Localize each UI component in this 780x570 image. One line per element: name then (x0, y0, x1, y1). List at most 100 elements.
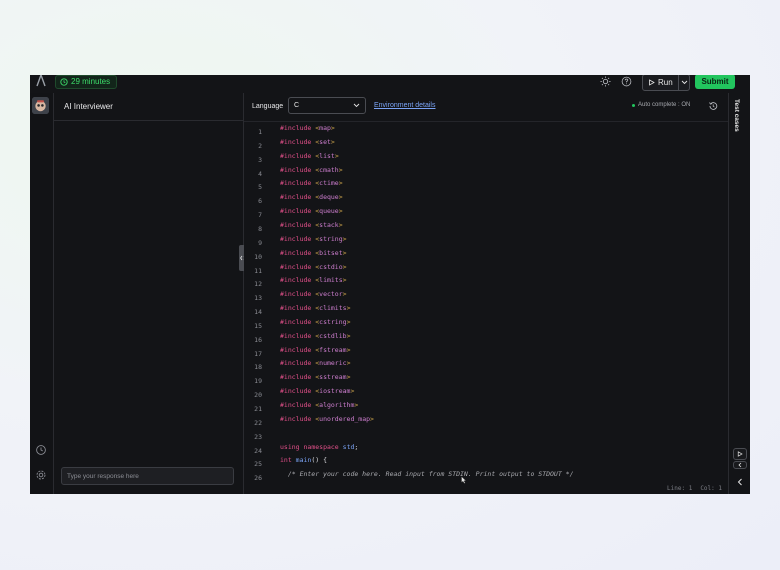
chevron-left-icon[interactable] (736, 478, 744, 486)
history-icon[interactable] (35, 444, 47, 456)
line-number: 17 (254, 349, 262, 358)
angle-bracket: > (330, 137, 335, 146)
header-name: fstream (319, 345, 347, 354)
run-button[interactable]: Run (643, 75, 679, 90)
run-button-group: Run (642, 75, 690, 91)
include-keyword: #include (280, 387, 312, 396)
include-keyword: #include (280, 151, 312, 160)
theme-sun-icon[interactable] (600, 76, 611, 87)
main-signature-line: int main() { (280, 456, 327, 464)
line-number: 3 (258, 155, 262, 164)
include-line: #include <string> (280, 235, 347, 243)
test-cases-tab[interactable]: Test cases (733, 99, 740, 132)
angle-bracket: > (346, 304, 351, 313)
keyword: using (280, 442, 300, 451)
run-options-button[interactable] (679, 80, 689, 85)
punctuation: () { (311, 456, 327, 465)
autocomplete-status[interactable]: Auto complete : ON (632, 102, 690, 108)
angle-bracket: > (334, 151, 339, 160)
include-line: #include <ctime> (280, 179, 343, 187)
comment-line: /* Enter your code here. Read input from… (280, 470, 574, 478)
angle-bracket: > (350, 387, 355, 396)
reset-history-icon[interactable] (708, 101, 718, 111)
include-line: #include <unordered_map> (280, 415, 374, 423)
header-name: cstdlib (319, 331, 347, 340)
header-name: vector (319, 290, 343, 299)
status-col: Col: 1 (700, 485, 722, 492)
namespace-name: std (342, 442, 355, 451)
angle-bracket: > (346, 345, 351, 354)
angle-bracket: > (338, 220, 343, 229)
mouse-cursor-icon (461, 476, 467, 484)
include-keyword: #include (280, 262, 312, 271)
language-select[interactable]: C (288, 97, 366, 114)
interviewer-avatar[interactable] (32, 97, 49, 114)
angle-bracket: > (342, 276, 347, 285)
timer-badge: 29 minutes (55, 75, 118, 89)
header-name: sstream (319, 373, 347, 382)
include-line: #include <climits> (280, 304, 350, 312)
line-number: 24 (254, 446, 262, 455)
language-value: C (294, 102, 300, 109)
play-icon (649, 79, 655, 86)
include-line: #include <vector> (280, 290, 347, 298)
chevron-down-icon (353, 103, 360, 108)
line-number: 2 (258, 141, 262, 150)
header-name: set (319, 137, 331, 146)
line-number: 10 (254, 252, 262, 261)
interview-app: 29 minutes Run Submit AI Interviewer Typ… (30, 75, 750, 494)
help-icon[interactable] (621, 76, 632, 87)
chat-title: AI Interviewer (64, 102, 113, 111)
header-name: queue (319, 207, 339, 216)
include-line: #include <sstream> (280, 373, 350, 381)
line-number: 25 (254, 460, 262, 469)
header-name: iostream (319, 387, 351, 396)
line-number: 23 (254, 432, 262, 441)
angle-bracket: > (338, 193, 343, 202)
angle-bracket: > (346, 317, 351, 326)
header-name: cstring (319, 317, 347, 326)
header-name: map (319, 124, 331, 132)
header-name: ctime (319, 179, 339, 188)
include-keyword: #include (280, 207, 312, 216)
status-line: Line: 1 (667, 485, 693, 492)
type-keyword: int (280, 456, 292, 465)
include-keyword: #include (280, 304, 312, 313)
line-number: 15 (254, 321, 262, 330)
status-dot (632, 103, 635, 107)
play-icon (737, 451, 743, 457)
keyword: namespace (303, 442, 339, 451)
gear-icon[interactable] (35, 469, 47, 481)
top-bar: 29 minutes Run Submit (30, 75, 750, 93)
include-line: #include <cstdlib> (280, 332, 350, 340)
line-number: 7 (258, 211, 262, 220)
include-line: #include <deque> (280, 193, 343, 201)
include-line: #include <stack> (280, 221, 343, 229)
chat-response-input[interactable] (61, 467, 234, 485)
cursor-position-status: Line: 1 Col: 1 (667, 485, 722, 492)
line-number: 22 (254, 418, 262, 427)
submit-button[interactable]: Submit (695, 75, 735, 89)
line-number: 5 (258, 183, 262, 192)
include-keyword: #include (280, 234, 312, 243)
header-name: climits (319, 304, 347, 313)
include-line: #include <fstream> (280, 346, 350, 354)
run-label: Run (658, 78, 673, 87)
robot-face-icon (32, 97, 49, 114)
include-keyword: #include (280, 220, 312, 229)
include-keyword: #include (280, 193, 312, 202)
header-name: numeric (319, 359, 347, 368)
clock-icon (60, 78, 68, 86)
run-tests-button[interactable] (733, 448, 747, 460)
header-name: cstdio (319, 262, 343, 271)
include-line: #include <cstring> (280, 318, 350, 326)
header-name: bitset (319, 248, 343, 257)
include-keyword: #include (280, 345, 312, 354)
line-number: 9 (258, 238, 262, 247)
editor-panel: Language C Environment details Auto comp… (244, 93, 728, 494)
collapse-tests-button[interactable] (733, 461, 747, 469)
code-editor[interactable]: 1 2 3 4 5 6 7 8 9 10 11 12 13 14 15 16 17 18 19 20 21 22 23 24 2… (244, 122, 728, 481)
include-keyword: #include (280, 165, 312, 174)
environment-details-link[interactable]: Environment details (374, 102, 435, 109)
